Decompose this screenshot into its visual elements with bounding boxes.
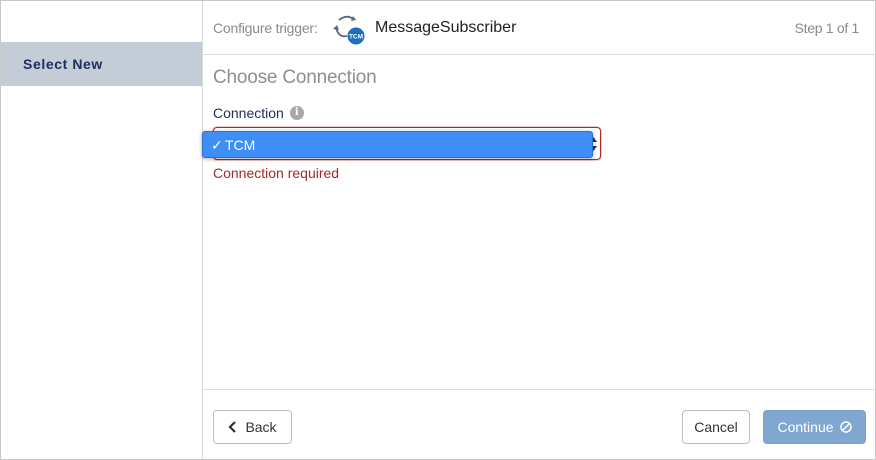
info-icon[interactable]: i <box>289 106 304 120</box>
section-title: Choose Connection <box>213 67 377 88</box>
chevron-left-icon <box>228 421 237 433</box>
ban-icon <box>839 421 852 433</box>
checkmark-icon: ✓ <box>211 137 223 153</box>
connection-label: Connection <box>213 105 284 121</box>
content: Choose Connection Connection i ✓ TCM Conn… <box>202 67 865 181</box>
footer: Back Cancel Continue <box>203 389 875 460</box>
back-button[interactable]: Back <box>213 410 292 444</box>
sidebar-item-label: Select New <box>23 56 103 72</box>
step-indicator: Step 1 of 1 <box>794 20 860 36</box>
connection-label-row: Connection i <box>213 105 304 121</box>
continue-button[interactable]: Continue <box>763 410 866 444</box>
trigger-icon-badge: TCM <box>349 34 363 41</box>
continue-label: Continue <box>777 419 834 435</box>
connection-error: Connection required <box>213 165 340 181</box>
cancel-label: Cancel <box>694 419 738 435</box>
trigger-name: MessageSubscriber <box>375 19 517 36</box>
configure-trigger-label: Configure trigger: <box>213 20 318 36</box>
sidebar: Select New <box>1 1 203 459</box>
trigger-icon: TCM <box>333 15 365 45</box>
sidebar-item-select-new[interactable]: Select New <box>1 42 202 86</box>
dropdown-option-tcm[interactable]: ✓ TCM <box>202 131 593 158</box>
back-label: Back <box>245 419 277 435</box>
main-panel: Configure trigger: TCM MessageSubscriber… <box>202 1 875 460</box>
option-label: TCM <box>225 137 256 153</box>
dialog: Select New Configure trigger: TCM Messag… <box>0 0 876 460</box>
cancel-button[interactable]: Cancel <box>682 410 750 444</box>
header: Configure trigger: TCM MessageSubscriber… <box>203 1 875 55</box>
